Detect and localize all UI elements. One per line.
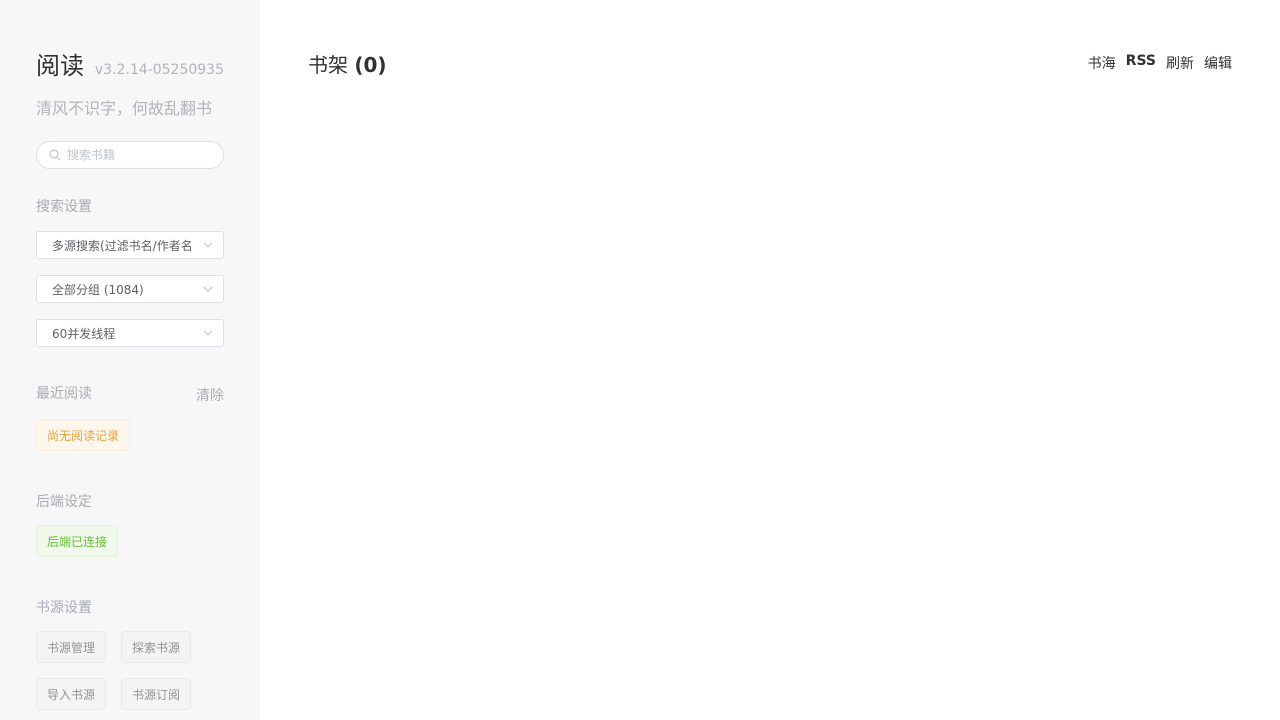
refresh-link[interactable]: 刷新 [1166,53,1194,73]
book-sea-link[interactable]: 书海 [1088,53,1116,73]
rss-link[interactable]: RSS [1126,53,1156,73]
bookshelf-title: 书架 (0) [308,49,387,78]
backend-status-badge[interactable]: 后端已连接 [36,525,119,557]
search-input[interactable] [67,148,217,162]
source-settings-label: 书源设置 [36,600,92,616]
import-sources-button[interactable]: 导入书源 [36,678,107,710]
brand-row: 阅读 v3.2.14-05250935 [36,46,224,81]
app-title: 阅读 [36,52,84,80]
main-panel: 书架 (0) 书海 RSS 刷新 编辑 [260,0,1280,720]
header-actions: 书海 RSS 刷新 编辑 [1088,53,1232,73]
recent-reading-label: 最近阅读 [36,386,92,402]
edit-link[interactable]: 编辑 [1204,53,1232,73]
search-icon [49,149,61,161]
source-manage-button[interactable]: 书源管理 [36,631,107,663]
subscribe-sources-button[interactable]: 书源订阅 [121,678,192,710]
search-settings-label: 搜索设置 [36,199,92,215]
group-value: 全部分组 (1084) [52,282,144,297]
app-root: 阅读 v3.2.14-05250935 清风不识字，何故乱翻书 搜索设置 多源搜… [0,0,1280,720]
chevron-down-icon [203,242,213,248]
search-box[interactable] [36,141,224,169]
bookshelf-title-text: 书架 [308,53,348,77]
sidebar: 阅读 v3.2.14-05250935 清风不识字，何故乱翻书 搜索设置 多源搜… [0,0,260,720]
group-select[interactable]: 全部分组 (1084) [36,275,224,303]
search-mode-select[interactable]: 多源搜索(过滤书名/作者名) [36,231,224,259]
no-recent-badge: 尚无阅读记录 [36,419,131,451]
app-slogan: 清风不识字，何故乱翻书 [36,99,213,118]
thread-select[interactable]: 60并发线程 [36,319,224,347]
explore-sources-button[interactable]: 探索书源 [121,631,192,663]
search-mode-value: 多源搜索(过滤书名/作者名) [52,238,193,253]
backend-settings-label: 后端设定 [36,494,92,510]
bookshelf-count: (0) [354,53,387,77]
app-version: v3.2.14-05250935 [94,62,224,78]
clear-recent-button[interactable]: 清除 [196,385,224,405]
chevron-down-icon [203,330,213,336]
chevron-down-icon [203,286,213,292]
thread-value: 60并发线程 [52,326,116,341]
